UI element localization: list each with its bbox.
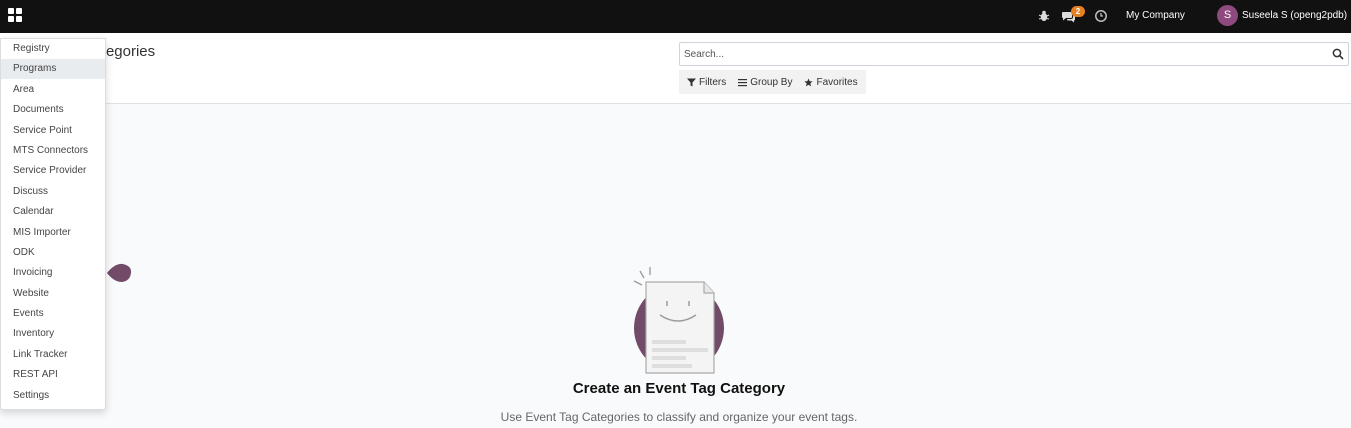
menu-item-invoicing[interactable]: Invoicing [1,263,105,283]
filters-label: Filters [699,76,727,88]
menu-item-area[interactable]: Area [1,80,105,100]
menu-item-documents[interactable]: Documents [1,100,105,120]
search-box [679,42,1349,66]
empty-state-title: Create an Event Tag Category [572,380,786,397]
filter-icon [687,78,696,86]
empty-state-help: Use Event Tag Categories to classify and… [500,410,858,424]
menu-item-rest-api[interactable]: REST API [1,365,105,385]
filters-button[interactable]: Filters [687,77,726,88]
menu-item-settings[interactable]: Settings [1,386,105,406]
group-by-label: Group By [750,76,793,88]
favorites-button[interactable]: Favorites [804,76,858,88]
menu-item-service-provider[interactable]: Service Provider [1,161,105,181]
messages-count-badge: 2 [1071,6,1085,17]
tooltip-pointer-icon [107,263,132,282]
menu-item-inventory[interactable]: Inventory [1,324,105,344]
user-menu[interactable]: Suseela S (openg2pdb) [1242,9,1347,23]
star-icon [804,77,814,86]
group-by-button[interactable]: Group By [738,77,792,88]
menu-item-calendar[interactable]: Calendar [1,202,105,222]
bug-icon[interactable] [1037,9,1051,23]
search-input[interactable] [684,46,1324,63]
menu-item-discuss[interactable]: Discuss [1,182,105,202]
menu-item-mis-importer[interactable]: MIS Importer [1,223,105,243]
menu-item-service-point[interactable]: Service Point [1,121,105,141]
menu-item-odk[interactable]: ODK [1,243,105,263]
clock-icon[interactable] [1094,9,1108,23]
search-icon[interactable] [1332,48,1344,60]
menu-item-website[interactable]: Website [1,284,105,304]
menu-item-link-tracker[interactable]: Link Tracker [1,345,105,365]
menu-item-events[interactable]: Events [1,304,105,324]
top-navbar: 2 My Company S Suseela S (openg2pdb) [0,0,1351,33]
avatar[interactable]: S [1217,5,1238,26]
apps-grid-icon[interactable] [8,8,22,22]
favorites-label: Favorites [816,76,858,88]
search-options-bar: Filters Group By Favorites [679,70,866,94]
empty-folder-illustration [633,267,724,374]
menu-item-programs[interactable]: Programs [1,59,105,79]
control-panel: Event Tag Categories Filters Group By [0,33,1351,104]
menu-item-registry[interactable]: Registry [1,39,105,59]
bars-icon [738,78,748,86]
company-switcher[interactable]: My Company [1126,9,1185,23]
apps-dropdown-menu: Registry Programs Area Documents Service… [0,38,106,410]
menu-item-mts-connectors[interactable]: MTS Connectors [1,141,105,161]
